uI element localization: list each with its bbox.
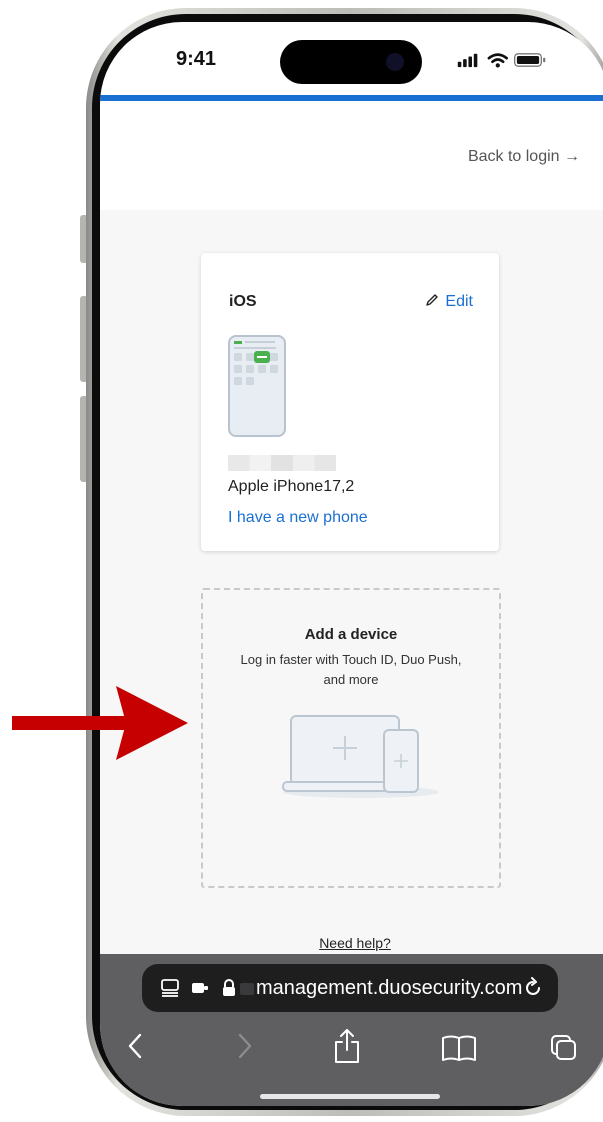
add-device-subtitle: Log in faster with Touch ID, Duo Push, a… — [240, 652, 462, 687]
device-os-label: iOS — [229, 293, 257, 310]
dynamic-island — [280, 40, 422, 84]
add-device-button[interactable]: Add a device Log in faster with Touch ID… — [201, 588, 501, 888]
forward-icon — [238, 1033, 252, 1059]
redacted-device-name — [228, 455, 336, 471]
brand-accent-bar — [100, 95, 603, 101]
add-device-title: Add a device — [304, 626, 398, 643]
need-help-link[interactable]: Need help? — [100, 935, 603, 951]
back-icon — [128, 1033, 142, 1059]
device-card: iOS Edit Apple iPhone17,2 I have a new p… — [201, 253, 499, 551]
status-icons — [457, 53, 546, 68]
camera-icon — [386, 53, 404, 71]
address-bar[interactable]: management.duosecurity.com — [142, 964, 558, 1012]
url-prefix-obscured — [240, 983, 254, 995]
battery-icon — [514, 53, 546, 67]
device-model: Apple iPhone17,2 — [228, 478, 355, 495]
red-annotation-arrow-icon — [12, 686, 188, 760]
add-device-illustration — [282, 715, 439, 798]
wifi-icon — [487, 53, 508, 68]
tabs-icon — [551, 1035, 576, 1060]
edit-label: Edit — [445, 293, 473, 310]
phone-screen: 9:41 Back to login → iOS Edit Apple iPho… — [100, 22, 603, 1106]
signal-icon — [457, 53, 478, 68]
url-text: management.duosecurity.com — [256, 977, 523, 999]
reload-icon[interactable] — [522, 977, 544, 999]
status-time: 9:41 — [176, 48, 217, 70]
bookmarks-icon — [442, 1035, 476, 1061]
edit-device-button[interactable]: Edit — [425, 293, 473, 311]
share-icon — [335, 1029, 359, 1063]
new-phone-link[interactable]: I have a new phone — [228, 509, 368, 527]
extension-icon[interactable] — [190, 978, 210, 998]
home-indicator — [260, 1094, 440, 1099]
lock-icon — [223, 979, 235, 996]
page-menu-icon[interactable] — [160, 978, 180, 998]
pencil-icon — [426, 294, 439, 306]
phone-device-illustration — [228, 335, 286, 437]
browser-nav-icons — [128, 1029, 576, 1063]
browser-toolbar: management.duosecurity.com — [100, 954, 603, 1106]
back-to-login-link[interactable]: Back to login → — [468, 148, 580, 166]
